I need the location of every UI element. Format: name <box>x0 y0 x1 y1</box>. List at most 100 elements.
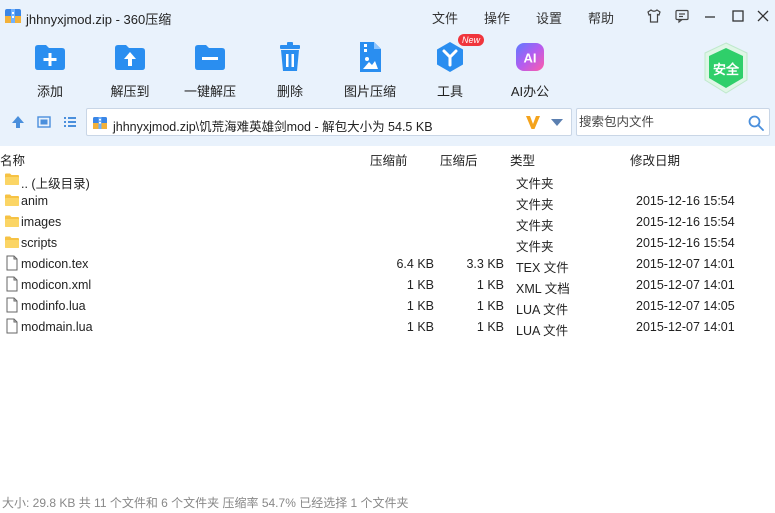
window-title: jhhnyxjmod.zip - 360压缩 <box>26 12 172 27</box>
file-row[interactable]: scripts 文件夹 2015-12-16 15:54 <box>0 232 775 254</box>
file-size: 1 KB <box>476 299 504 313</box>
list-view-icon <box>64 117 76 127</box>
file-row[interactable]: modmain.lua 1 KB 1 KB LUA 文件 2015-12-07 … <box>0 316 775 338</box>
list-view-button[interactable] <box>62 114 78 133</box>
v-logo-icon[interactable] <box>524 113 542 131</box>
file-icon <box>6 255 18 271</box>
menu-operate[interactable]: 操作 <box>484 8 510 27</box>
file-modified: 2015-12-07 14:01 <box>636 257 735 271</box>
toolbar-extract-to-button[interactable]: 解压到 <box>90 40 170 99</box>
toolbar-image-compress-label: 图片压缩 <box>343 84 396 99</box>
file-packed: 6.4 KB <box>396 257 434 271</box>
folder-icon <box>5 173 19 185</box>
file-row[interactable]: anim 文件夹 2015-12-16 15:54 <box>0 190 775 212</box>
thumbnail-view-button[interactable] <box>36 114 52 133</box>
file-size: 3.3 KB <box>466 257 504 271</box>
column-header: 名称 压缩前 压缩后 类型 修改日期 <box>0 146 775 168</box>
feedback-button[interactable] <box>673 7 691 25</box>
ai-office-icon: AI <box>516 43 544 71</box>
search-box[interactable] <box>576 108 770 136</box>
security-label: 安全 <box>712 62 739 77</box>
zip-file-icon <box>93 117 107 129</box>
file-row[interactable]: .. (上级目录) 文件夹 <box>0 169 775 191</box>
address-path: jhhnyxjmod.zip\饥荒海难英雄剑mod - 解包大小为 54.5 K… <box>113 120 433 134</box>
file-modified: 2015-12-16 15:54 <box>636 215 735 229</box>
file-modified: 2015-12-16 15:54 <box>636 236 735 250</box>
file-icon <box>6 297 18 313</box>
toolbar-ai-office-label: AI办公 <box>510 84 550 99</box>
column-packed[interactable]: 压缩前 <box>370 150 408 169</box>
title-bar: jhhnyxjmod.zip - 360压缩 文件 操作 设置 帮助 <box>0 0 775 32</box>
status-text: 大小: 29.8 KB 共 11 个文件和 6 个文件夹 压缩率 54.7% 已… <box>2 496 409 510</box>
address-dropdown-icon[interactable] <box>551 119 563 126</box>
close-icon <box>757 10 769 22</box>
security-shield-button[interactable]: 安全 <box>700 40 752 96</box>
skin-button[interactable] <box>645 7 663 25</box>
one-click-extract-icon <box>195 45 225 70</box>
arrow-up-icon <box>12 116 24 128</box>
toolbar-tools-button[interactable]: New 工具 <box>410 34 490 99</box>
column-type[interactable]: 类型 <box>510 150 535 169</box>
file-icon <box>6 318 18 334</box>
menu-settings[interactable]: 设置 <box>536 8 562 27</box>
file-icon <box>6 276 18 292</box>
file-modified: 2015-12-07 14:05 <box>636 299 735 313</box>
address-bar[interactable]: jhhnyxjmod.zip\饥荒海难英雄剑mod - 解包大小为 54.5 K… <box>86 108 572 136</box>
minimize-button[interactable] <box>701 7 719 25</box>
file-row[interactable]: modicon.tex 6.4 KB 3.3 KB TEX 文件 2015-12… <box>0 253 775 275</box>
new-badge: New <box>458 34 485 46</box>
folder-icon <box>5 236 19 248</box>
file-name: modicon.tex <box>21 257 89 271</box>
close-button[interactable] <box>754 7 772 25</box>
svg-text:AI: AI <box>524 51 537 66</box>
thumbnail-view-icon <box>37 116 51 128</box>
file-packed: 1 KB <box>406 299 434 313</box>
status-bar: 大小: 29.8 KB 共 11 个文件和 6 个文件夹 压缩率 54.7% 已… <box>0 488 775 513</box>
file-name: modicon.xml <box>21 278 92 292</box>
toolbar-one-click-extract-button[interactable]: 一键解压 <box>170 40 250 99</box>
file-row[interactable]: modinfo.lua 1 KB 1 KB LUA 文件 2015-12-07 … <box>0 295 775 317</box>
search-icon[interactable] <box>747 114 765 132</box>
maximize-icon <box>732 10 744 22</box>
minimize-icon <box>705 16 715 18</box>
file-modified: 2015-12-07 14:01 <box>636 320 735 334</box>
menu-file[interactable]: 文件 <box>432 8 458 27</box>
file-modified: 2015-12-16 15:54 <box>636 194 735 208</box>
maximize-button[interactable] <box>729 7 747 25</box>
top-area: jhhnyxjmod.zip - 360压缩 文件 操作 设置 帮助 添加 解压… <box>0 0 775 146</box>
file-row[interactable]: modicon.xml 1 KB 1 KB XML 文档 2015-12-07 … <box>0 274 775 296</box>
toolbar-one-click-extract-label: 一键解压 <box>183 84 236 99</box>
file-name: modinfo.lua <box>21 299 86 313</box>
column-name[interactable]: 名称 <box>0 150 25 169</box>
toolbar-image-compress-button[interactable]: 图片压缩 <box>330 40 410 99</box>
add-icon <box>35 45 65 70</box>
file-packed: 1 KB <box>406 320 434 334</box>
file-name: modmain.lua <box>21 320 93 334</box>
file-modified: 2015-12-07 14:01 <box>636 278 735 292</box>
file-size: 1 KB <box>476 320 504 334</box>
toolbar-ai-office-button[interactable]: AI AI办公 <box>490 40 570 99</box>
toolbar-delete-button[interactable]: 删除 <box>250 40 330 99</box>
folder-icon <box>5 194 19 206</box>
toolbar-add-button[interactable]: 添加 <box>10 40 90 99</box>
go-up-button[interactable] <box>10 114 26 133</box>
tshirt-icon <box>647 9 661 23</box>
file-row[interactable]: images 文件夹 2015-12-16 15:54 <box>0 211 775 233</box>
file-type: LUA 文件 <box>516 324 569 338</box>
search-input[interactable] <box>579 113 739 131</box>
menu-help[interactable]: 帮助 <box>588 8 614 27</box>
toolbar-add-label: 添加 <box>36 84 63 99</box>
image-compress-icon <box>360 42 381 72</box>
column-modified[interactable]: 修改日期 <box>630 150 680 169</box>
file-name: scripts <box>21 236 58 250</box>
zip-app-icon <box>5 9 21 23</box>
toolbar-extract-to-label: 解压到 <box>110 84 150 99</box>
delete-icon <box>280 42 300 71</box>
column-size[interactable]: 压缩后 <box>440 150 478 169</box>
toolbar-delete-label: 删除 <box>276 84 303 99</box>
file-name: images <box>21 215 62 229</box>
file-packed: 1 KB <box>406 278 434 292</box>
file-size: 1 KB <box>476 278 504 292</box>
extract-to-icon <box>115 45 145 70</box>
message-icon <box>675 9 689 24</box>
